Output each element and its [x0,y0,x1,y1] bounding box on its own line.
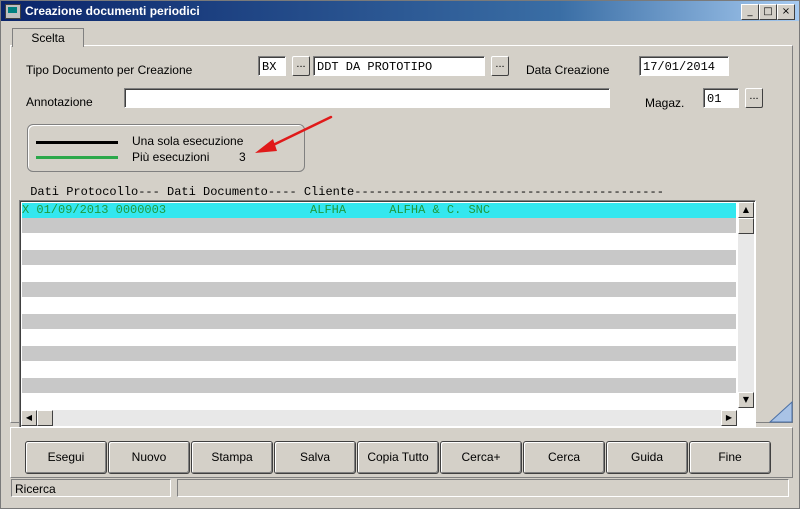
salva-button[interactable]: Salva [274,441,356,474]
tipo-documento-code-field[interactable]: BX [258,56,286,76]
list-header: Dati Protocollo--- Dati Documento---- Cl… [23,185,664,199]
data-creazione-label: Data Creazione [526,63,610,77]
tipo-documento-desc-lookup-button[interactable]: ... [491,56,509,76]
tipo-documento-desc-field[interactable]: DDT DA PROTOTIPO [313,56,485,76]
copia-tutto-button[interactable]: Copia Tutto [357,441,439,474]
horizontal-scrollbar[interactable]: ◀ ▶ [21,410,737,426]
main-window: Creazione documenti periodici _ □ × Scel… [0,0,800,509]
annotazione-label: Annotazione [26,95,93,109]
vertical-scroll-thumb[interactable] [738,218,754,234]
horizontal-scroll-thumb[interactable] [37,410,53,426]
window-title: Creazione documenti periodici [25,4,200,18]
data-creazione-field[interactable]: 17/01/2014 [639,56,729,76]
magazzino-label: Magaz. [645,96,685,110]
single-execution-line [36,141,118,144]
nuovo-button[interactable]: Nuovo [108,441,190,474]
magazzino-field[interactable]: 01 [703,88,739,108]
fine-button[interactable]: Fine [689,441,771,474]
multi-execution-label: Più esecuzioni [132,150,210,164]
list-item-empty[interactable] [22,378,736,393]
magazzino-lookup-button[interactable]: ... [745,88,763,108]
cerca-button[interactable]: Cerca [523,441,605,474]
title-bar: Creazione documenti periodici _ □ × [1,1,799,21]
app-icon [5,4,21,19]
stampa-button[interactable]: Stampa [191,441,273,474]
close-button[interactable]: × [777,4,795,20]
scroll-right-icon[interactable]: ▶ [721,410,737,426]
multi-execution-count: 3 [239,150,246,164]
annotazione-field[interactable] [124,88,610,108]
list-item-empty[interactable] [22,218,736,233]
scroll-down-icon[interactable]: ▼ [738,392,754,408]
maximize-button[interactable]: □ [759,4,777,20]
cerca-plus-button[interactable]: Cerca+ [440,441,522,474]
esegui-button[interactable]: Esegui [25,441,107,474]
status-right [177,479,789,497]
single-execution-label: Una sola esecuzione [132,134,244,148]
status-left: Ricerca [11,479,171,497]
tipo-documento-label: Tipo Documento per Creazione [26,63,193,77]
tab-scelta[interactable]: Scelta [12,28,84,47]
list-item-empty[interactable] [22,250,736,265]
scroll-up-icon[interactable]: ▲ [738,202,754,218]
scroll-left-icon[interactable]: ◀ [21,410,37,426]
tipo-documento-lookup-button[interactable]: ... [292,56,310,76]
vertical-scrollbar[interactable]: ▲ ▼ [738,202,754,408]
resize-corner-icon [769,401,793,423]
red-arrow-icon [255,115,333,153]
results-list[interactable]: X 01/09/2013 0000003 ALFHA ALFHA & C. SN… [19,200,756,428]
guida-button[interactable]: Guida [606,441,688,474]
list-item-empty[interactable] [22,314,736,329]
multi-execution-line [36,156,118,159]
list-item[interactable]: X 01/09/2013 0000003 ALFHA ALFHA & C. SN… [22,203,736,218]
list-item-empty[interactable] [22,346,736,361]
list-item-empty[interactable] [22,282,736,297]
minimize-button[interactable]: _ [741,4,759,20]
